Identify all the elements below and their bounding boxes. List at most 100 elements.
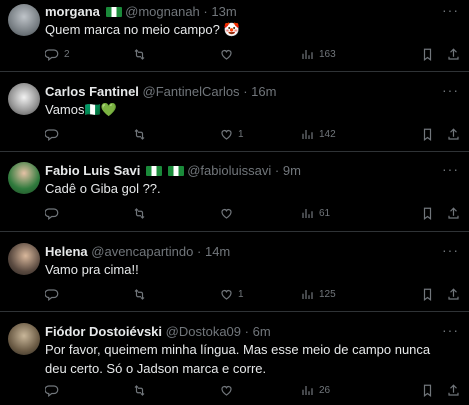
more-options-icon[interactable]: ··· (442, 161, 459, 177)
retweet-button[interactable] (132, 206, 151, 221)
share-icon (448, 128, 459, 140)
share-icon (448, 384, 459, 396)
like-icon (221, 385, 232, 396)
views-icon (302, 290, 313, 299)
more-options-icon[interactable]: ··· (442, 322, 459, 338)
retweet-button[interactable] (132, 47, 151, 62)
retweet-button[interactable] (132, 127, 151, 142)
views-count: 125 (319, 289, 336, 300)
share-icon (448, 48, 459, 60)
tweet-header: Helena @avencapartindo · 14m (45, 244, 230, 260)
retweet-icon (134, 208, 145, 219)
display-name[interactable]: morgana (45, 4, 100, 19)
reply-icon (45, 129, 59, 141)
like-button[interactable] (219, 206, 238, 221)
views-button[interactable]: 142 (300, 127, 336, 142)
tweet-header: Fabio Luis Savi @fabioluissavi · 9m (45, 163, 301, 179)
user-handle[interactable]: @avencapartindo (91, 244, 193, 259)
bookmark-button[interactable] (420, 383, 435, 398)
share-button[interactable] (446, 383, 461, 398)
bookmark-button[interactable] (420, 206, 435, 221)
timestamp[interactable]: 9m (283, 163, 301, 178)
views-button[interactable]: 26 (300, 383, 330, 398)
like-count: 1 (238, 129, 244, 140)
display-name[interactable]: Carlos Fantinel (45, 84, 139, 99)
share-button[interactable] (446, 206, 461, 221)
display-name[interactable]: Fiódor Dostoiévski (45, 324, 162, 339)
avatar[interactable] (8, 243, 40, 275)
separator: · (243, 84, 248, 99)
share-button[interactable] (446, 287, 461, 302)
more-options-icon[interactable]: ··· (442, 242, 459, 258)
share-icon (448, 207, 459, 219)
avatar[interactable] (8, 83, 40, 115)
separator: · (274, 163, 280, 178)
reply-button[interactable] (45, 206, 64, 221)
user-handle[interactable]: @Dostoka09 (166, 324, 241, 339)
like-button[interactable]: 1 (219, 287, 244, 302)
retweet-button[interactable] (132, 383, 151, 398)
flag-icon (105, 7, 122, 17)
bookmark-button[interactable] (420, 287, 435, 302)
like-button[interactable] (219, 383, 238, 398)
timestamp[interactable]: 6m (253, 324, 271, 339)
tweet[interactable]: Helena @avencapartindo · 14m ··· Vamo pr… (0, 232, 469, 312)
tweet-header: Carlos Fantinel @FantinelCarlos · 16m (45, 84, 276, 100)
display-name[interactable]: Helena (45, 244, 88, 259)
separator: · (203, 4, 208, 19)
display-name[interactable]: Fabio Luis Savi (45, 163, 140, 178)
timestamp[interactable]: 16m (251, 84, 276, 99)
tweet-text: Quem marca no meio campo? 🤡 (45, 22, 240, 37)
views-count: 61 (319, 208, 331, 219)
retweet-icon (134, 289, 145, 300)
tweet[interactable]: Fabio Luis Savi @fabioluissavi · 9m ··· … (0, 152, 469, 232)
reply-button[interactable] (45, 383, 64, 398)
tweet-actions: 1 142 (45, 127, 465, 145)
user-handle[interactable]: @mognanah (125, 4, 200, 19)
views-icon (302, 386, 313, 395)
retweet-button[interactable] (132, 287, 151, 302)
flag-icon (145, 166, 162, 176)
reply-icon (45, 289, 59, 301)
bookmark-icon (423, 48, 432, 61)
tweet-text: Vamos🇳🇬💚 (45, 102, 117, 117)
like-button[interactable] (219, 47, 238, 62)
bookmark-icon (423, 207, 432, 220)
retweet-icon (134, 385, 145, 396)
share-button[interactable] (446, 127, 461, 142)
reply-button[interactable]: 2 (45, 47, 70, 62)
share-button[interactable] (446, 47, 461, 62)
flag-icon (167, 166, 184, 176)
like-button[interactable]: 1 (219, 127, 244, 142)
avatar[interactable] (8, 162, 40, 194)
reply-button[interactable] (45, 127, 64, 142)
tweet[interactable]: Carlos Fantinel @FantinelCarlos · 16m ··… (0, 72, 469, 152)
reply-button[interactable] (45, 287, 64, 302)
reply-count: 2 (64, 49, 70, 60)
timestamp[interactable]: 13m (211, 4, 236, 19)
share-icon (448, 288, 459, 300)
tweet-actions: 2 163 (45, 47, 465, 65)
tweet-header: morgana @mognanah · 13m (45, 4, 237, 20)
avatar[interactable] (8, 323, 40, 355)
views-icon (302, 209, 313, 218)
tweet-actions: 26 (45, 383, 465, 401)
more-options-icon[interactable]: ··· (442, 2, 459, 18)
bookmark-button[interactable] (420, 127, 435, 142)
tweet-header: Fiódor Dostoiévski @Dostoka09 · 6m (45, 324, 271, 340)
bookmark-button[interactable] (420, 47, 435, 62)
views-button[interactable]: 163 (300, 47, 336, 62)
views-button[interactable]: 61 (300, 206, 330, 221)
avatar[interactable] (8, 4, 40, 36)
timestamp[interactable]: 14m (205, 244, 230, 259)
retweet-icon (134, 129, 145, 140)
user-handle[interactable]: @fabioluissavi (187, 163, 271, 178)
like-icon (221, 49, 232, 60)
tweet[interactable]: morgana @mognanah · 13m ··· Quem marca n… (0, 0, 469, 72)
views-count: 163 (319, 49, 336, 60)
views-button[interactable]: 125 (300, 287, 336, 302)
views-count: 142 (319, 129, 336, 140)
tweet[interactable]: Fiódor Dostoiévski @Dostoka09 · 6m ··· P… (0, 312, 469, 405)
user-handle[interactable]: @FantinelCarlos (143, 84, 240, 99)
more-options-icon[interactable]: ··· (442, 82, 459, 98)
